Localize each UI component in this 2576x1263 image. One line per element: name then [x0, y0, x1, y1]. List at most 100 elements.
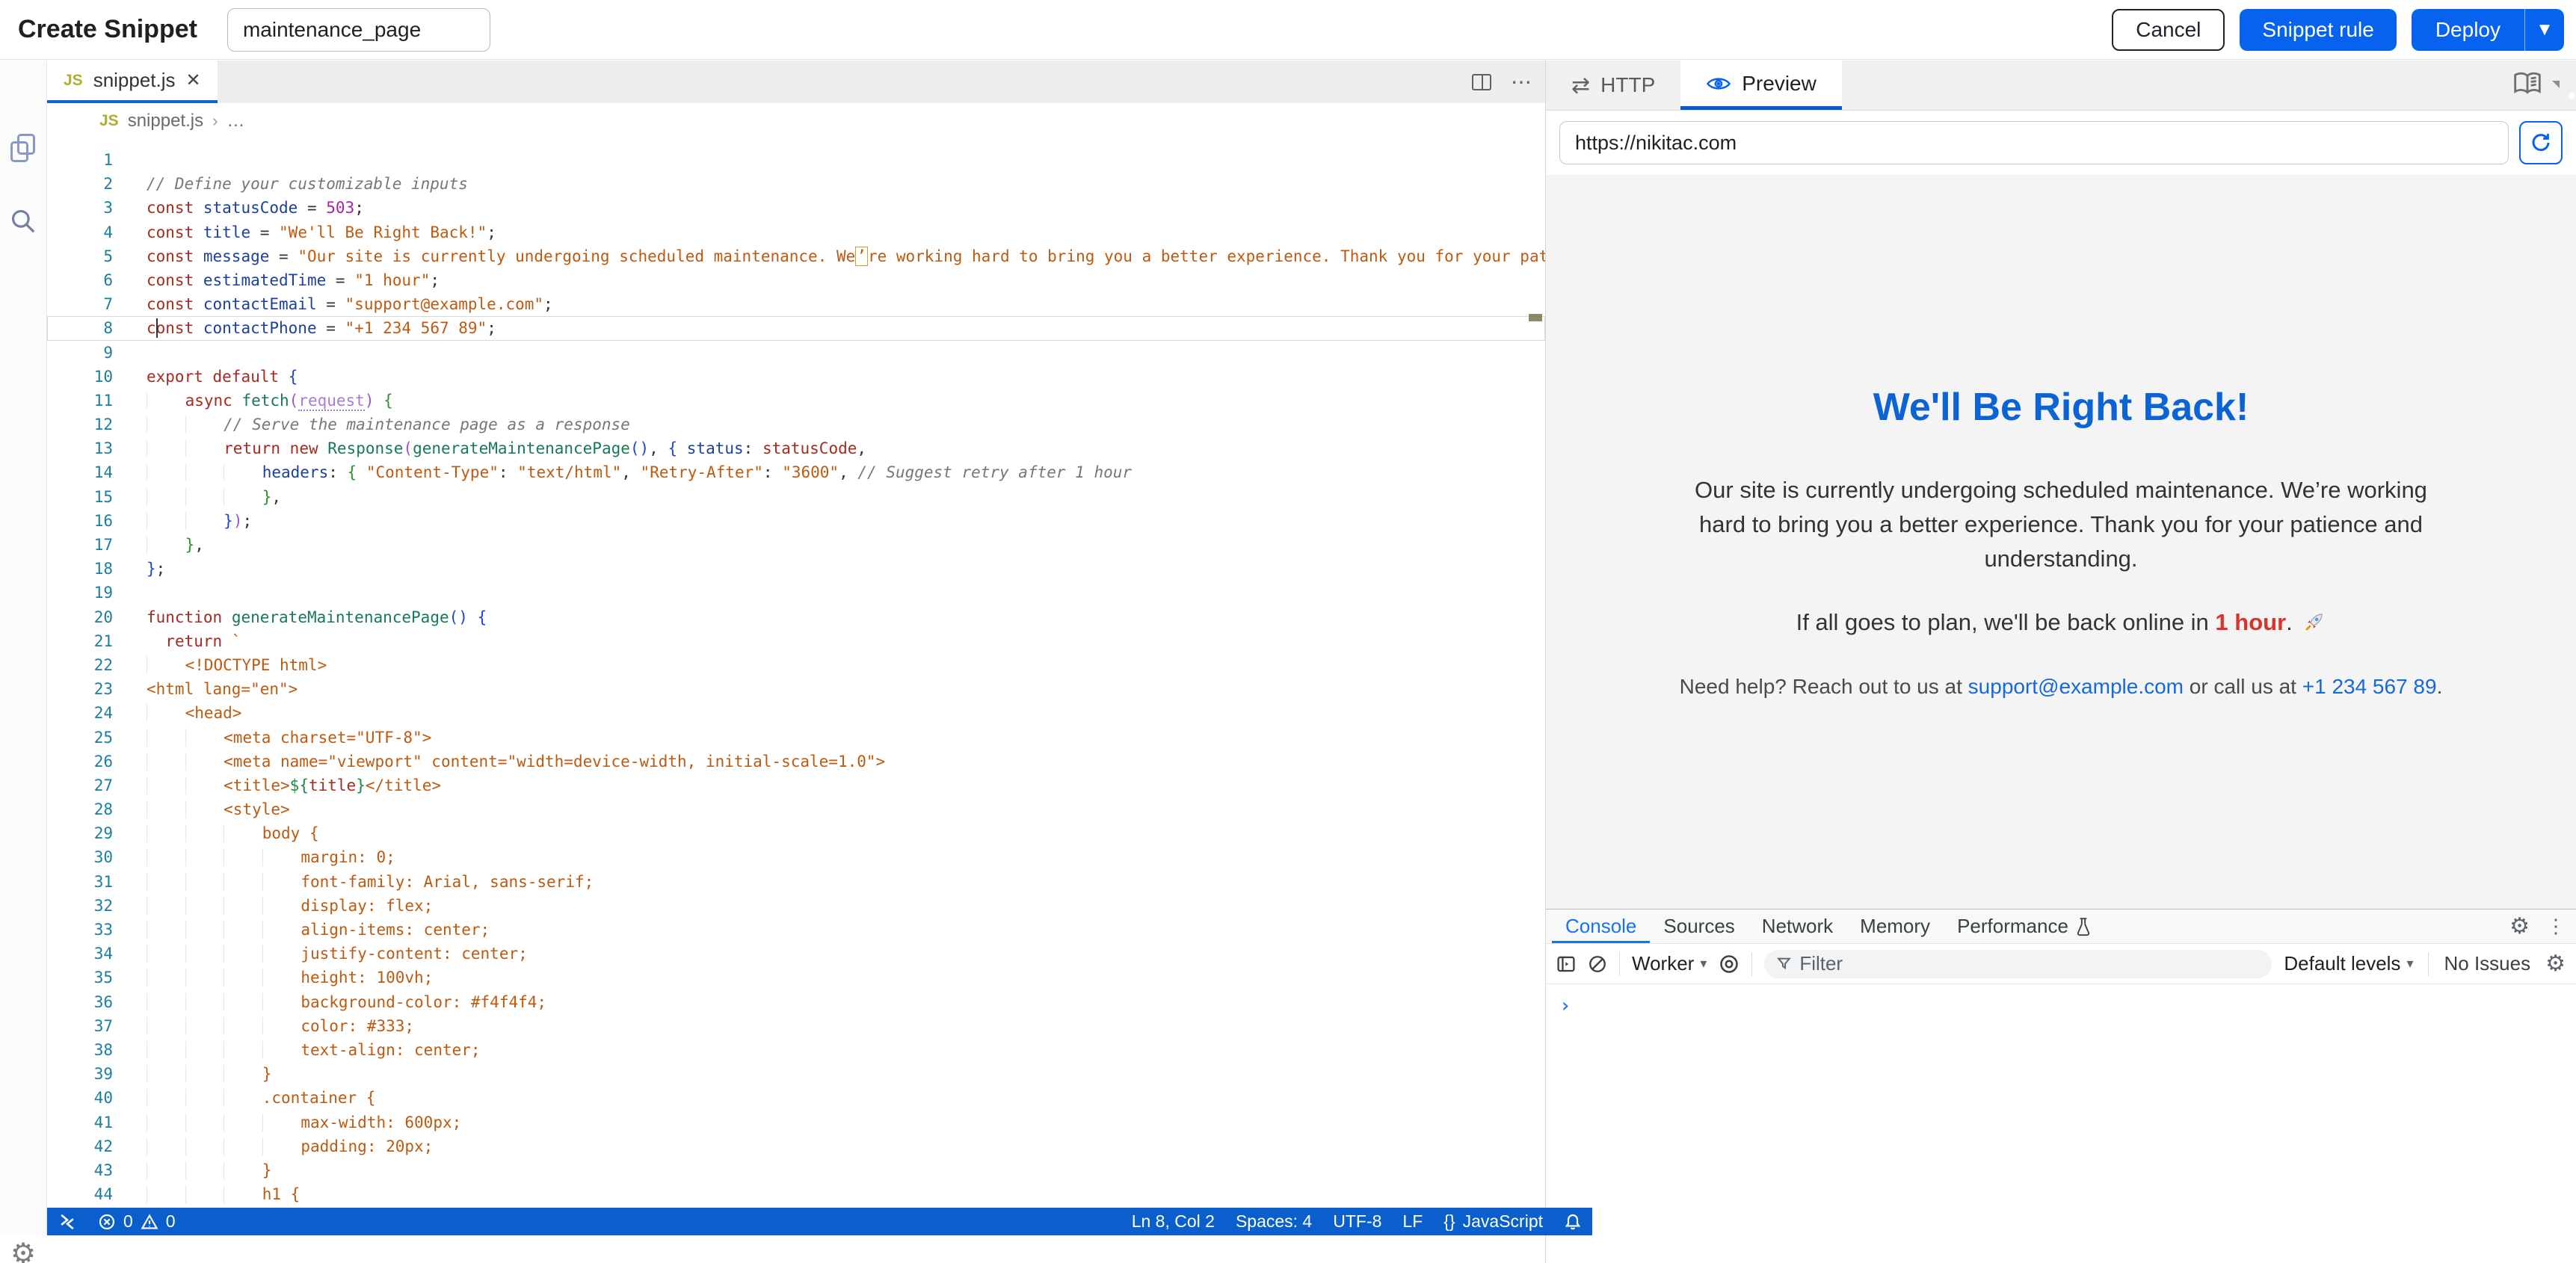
- code-line[interactable]: 11 async fetch(request) {: [47, 389, 1545, 413]
- editor-more-icon[interactable]: ⋯: [1511, 70, 1533, 94]
- issues-counter[interactable]: No Issues: [2444, 952, 2530, 975]
- code-line[interactable]: 43 }: [47, 1158, 1545, 1182]
- tab-http[interactable]: ⇄ HTTP: [1546, 61, 1680, 110]
- problems-indicator[interactable]: 0 0: [87, 1208, 186, 1235]
- tab-snippet-js[interactable]: JS snippet.js ✕: [47, 61, 218, 103]
- encoding-setting[interactable]: UTF-8: [1322, 1208, 1392, 1235]
- activity-bar: ⚙: [0, 61, 47, 1235]
- devtools-menu-kebab-icon[interactable]: ⋮: [2546, 915, 2566, 938]
- tab-preview[interactable]: Preview: [1680, 61, 1842, 110]
- live-expression-eye-icon[interactable]: [1719, 954, 1740, 975]
- clear-console-icon[interactable]: [1588, 954, 1607, 974]
- devtools-tab-memory[interactable]: Memory: [1846, 910, 1944, 943]
- code-line[interactable]: 24 <head>: [47, 701, 1545, 725]
- line-content: background-color: #f4f4f4;: [122, 990, 1527, 1014]
- code-line[interactable]: 12 // Serve the maintenance page as a re…: [47, 413, 1545, 436]
- code-line[interactable]: 6const estimatedTime = "1 hour";: [47, 268, 1545, 292]
- line-content: max-width: 600px;: [122, 1111, 1527, 1134]
- code-line[interactable]: 33 align-items: center;: [47, 918, 1545, 942]
- devtools-tab-performance[interactable]: Performance: [1944, 910, 2106, 943]
- code-line[interactable]: 18};: [47, 557, 1545, 581]
- code-line[interactable]: 41 max-width: 600px;: [47, 1111, 1545, 1134]
- log-levels-dropdown[interactable]: Default levels▾: [2284, 952, 2413, 975]
- code-line[interactable]: 42 padding: 20px;: [47, 1134, 1545, 1158]
- code-line[interactable]: 2// Define your customizable inputs: [47, 172, 1545, 196]
- code-line[interactable]: 9: [47, 341, 1545, 365]
- email-link[interactable]: support@example.com: [1968, 675, 2184, 698]
- preview-url-row: [1546, 111, 2576, 175]
- devtools-tab-console[interactable]: Console: [1552, 910, 1650, 943]
- code-line[interactable]: 3const statusCode = 503;: [47, 196, 1545, 220]
- close-icon[interactable]: ✕: [186, 70, 201, 91]
- bell-icon: [1564, 1213, 1582, 1231]
- code-line[interactable]: 32 display: flex;: [47, 894, 1545, 918]
- console-settings-gear-icon[interactable]: ⚙: [2545, 953, 2566, 975]
- deploy-dropdown-button[interactable]: ▼: [2525, 9, 2564, 51]
- snippet-rule-button[interactable]: Snippet rule: [2240, 9, 2396, 51]
- code-line[interactable]: 16 });: [47, 509, 1545, 533]
- code-line[interactable]: 25 <meta charset="UTF-8">: [47, 726, 1545, 750]
- remote-indicator[interactable]: [47, 1208, 87, 1235]
- code-line[interactable]: 19: [47, 581, 1545, 605]
- code-line[interactable]: 13 return new Response(generateMaintenan…: [47, 436, 1545, 460]
- deploy-button[interactable]: Deploy: [2412, 9, 2525, 51]
- eol-setting[interactable]: LF: [1392, 1208, 1433, 1235]
- refresh-icon: [2530, 132, 2552, 154]
- code-line[interactable]: 34 justify-content: center;: [47, 942, 1545, 966]
- context-selector[interactable]: Worker▾: [1632, 952, 1707, 975]
- code-line[interactable]: 10export default {: [47, 365, 1545, 389]
- code-line[interactable]: 36 background-color: #f4f4f4;: [47, 990, 1545, 1014]
- code-line[interactable]: 17 },: [47, 533, 1545, 557]
- url-input[interactable]: [1559, 121, 2509, 164]
- files-copy-icon[interactable]: [10, 134, 36, 164]
- docs-book-icon[interactable]: [2512, 70, 2543, 97]
- code-line[interactable]: 8const contactPhone = "+1 234 567 89";: [47, 316, 1545, 340]
- devtools-settings-gear-icon[interactable]: ⚙: [2509, 915, 2530, 938]
- cursor-position[interactable]: Ln 8, Col 2: [1121, 1208, 1225, 1235]
- code-line[interactable]: 21 return `: [47, 629, 1545, 653]
- code-line[interactable]: 22 <!DOCTYPE html>: [47, 653, 1545, 677]
- line-content: color: #333;: [122, 1014, 1527, 1038]
- refresh-button[interactable]: [2519, 121, 2563, 164]
- indentation-setting[interactable]: Spaces: 4: [1225, 1208, 1322, 1235]
- code-line[interactable]: 4const title = "We'll Be Right Back!";: [47, 220, 1545, 244]
- snippet-name-input[interactable]: [227, 8, 490, 52]
- code-line[interactable]: 38 text-align: center;: [47, 1038, 1545, 1062]
- code-line[interactable]: 23<html lang="en">: [47, 677, 1545, 701]
- filter-input[interactable]: [1799, 952, 2260, 975]
- console-sidebar-toggle-icon[interactable]: [1556, 954, 1576, 974]
- split-editor-icon[interactable]: [1472, 74, 1491, 90]
- code-line[interactable]: 35 height: 100vh;: [47, 966, 1545, 989]
- code-line[interactable]: 20function generateMaintenancePage() {: [47, 605, 1545, 629]
- code-line[interactable]: 27 <title>${title}</title>: [47, 773, 1545, 797]
- code-line[interactable]: 40 .container {: [47, 1086, 1545, 1110]
- phone-link[interactable]: +1 234 567 89: [2302, 675, 2437, 698]
- maintenance-contact-line: Need help? Reach out to us at support@ex…: [1665, 675, 2457, 699]
- settings-gear-icon[interactable]: ⚙: [10, 1240, 36, 1263]
- code-line[interactable]: 44 h1 {: [47, 1182, 1545, 1206]
- code-line[interactable]: 30 margin: 0;: [47, 845, 1545, 869]
- console-body[interactable]: ›: [1546, 984, 2576, 1017]
- code-line[interactable]: 26 <meta name="viewport" content="width=…: [47, 750, 1545, 773]
- console-filter[interactable]: [1764, 950, 2272, 978]
- code-line[interactable]: 31 font-family: Arial, sans-serif;: [47, 870, 1545, 894]
- notifications-bell[interactable]: [1553, 1208, 1592, 1235]
- devtools-tab-sources[interactable]: Sources: [1650, 910, 1748, 943]
- code-line[interactable]: 29 body {: [47, 821, 1545, 845]
- devtools-tab-network[interactable]: Network: [1748, 910, 1846, 943]
- line-number: 26: [47, 750, 122, 773]
- language-mode[interactable]: {} JavaScript: [1433, 1208, 1553, 1235]
- code-editor[interactable]: 12// Define your customizable inputs3con…: [47, 139, 1545, 1208]
- code-line[interactable]: 7const contactEmail = "support@example.c…: [47, 292, 1545, 316]
- search-icon[interactable]: [9, 207, 37, 235]
- code-line[interactable]: 39 }: [47, 1062, 1545, 1086]
- console-toolbar: Worker▾ Default levels▾: [1546, 944, 2576, 984]
- code-line[interactable]: 14 headers: { "Content-Type": "text/html…: [47, 460, 1545, 484]
- cancel-button[interactable]: Cancel: [2112, 9, 2225, 51]
- code-line[interactable]: 37 color: #333;: [47, 1014, 1545, 1038]
- code-line[interactable]: 15 },: [47, 485, 1545, 509]
- code-line[interactable]: 5const message = "Our site is currently …: [47, 244, 1545, 268]
- code-line[interactable]: 1: [47, 148, 1545, 172]
- breadcrumb[interactable]: JS snippet.js › …: [47, 103, 1545, 139]
- code-line[interactable]: 28 <style>: [47, 797, 1545, 821]
